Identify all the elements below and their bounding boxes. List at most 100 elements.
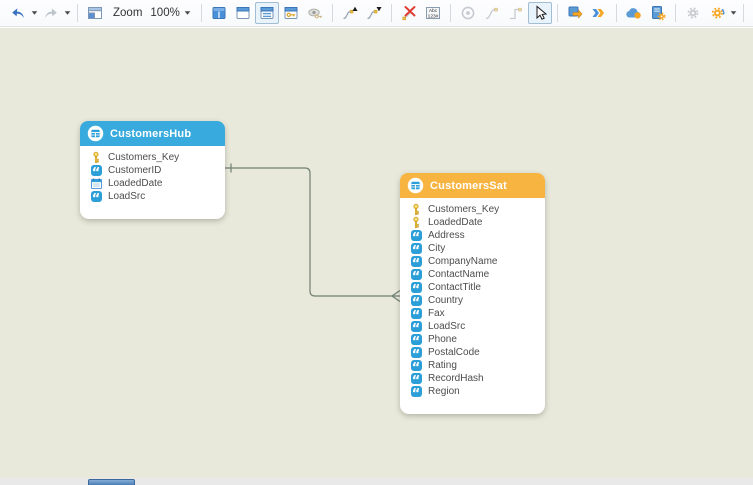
entity-column-row[interactable]: “LoadSrc [410, 320, 539, 333]
copy-entity-button[interactable] [563, 2, 587, 24]
column-name: Phone [428, 334, 457, 345]
entity-name: CustomersSat [430, 180, 507, 192]
text-icon: “ [410, 347, 422, 358]
entity-column-row[interactable]: “RecordHash [410, 372, 539, 385]
entity-column-row[interactable]: “Region [410, 385, 539, 398]
entity-column-row[interactable]: “Address [410, 229, 539, 242]
gear-run-icon [709, 5, 725, 21]
diagram-canvas[interactable]: CustomersHub Customers_Key“CustomerIDLoa… [0, 28, 753, 478]
curved-connector-button[interactable] [480, 2, 504, 24]
column-name: Country [428, 295, 463, 306]
toolbar-separator [675, 4, 676, 22]
text-icon: “ [410, 243, 422, 254]
entity-customershub[interactable]: CustomersHub Customers_Key“CustomerIDLoa… [80, 121, 225, 219]
entity-column-row[interactable]: “ContactTitle [410, 281, 539, 294]
angled-connector-button[interactable] [504, 2, 528, 24]
key-icon [410, 203, 422, 216]
connector-line [224, 168, 392, 296]
entity-view-keys-button[interactable] [279, 2, 303, 24]
text-icon: “ [410, 269, 422, 280]
entity-column-row[interactable]: “ Country [410, 294, 539, 307]
display-names-button[interactable]: Abc123# [421, 2, 445, 24]
entity-name: CustomersHub [110, 128, 191, 140]
entity-column-row[interactable]: LoadedDate [90, 177, 219, 190]
pointer-icon [532, 5, 548, 21]
entity-column-row[interactable]: “ ContactName [410, 268, 539, 281]
undo-icon [10, 5, 26, 21]
column-name: Customers_Key [428, 204, 499, 215]
redo-history-caret[interactable] [63, 2, 72, 24]
entity-column-row[interactable]: “City [410, 242, 539, 255]
toolbar-separator [616, 4, 617, 22]
settings-button[interactable] [681, 2, 705, 24]
entity-column-row[interactable]: “ Phone [410, 333, 539, 346]
text-icon: “ [410, 256, 422, 267]
entity-column-row[interactable]: Customers_Key [90, 151, 219, 164]
column-name: CompanyName [428, 256, 497, 267]
entity-column-row[interactable]: “ CompanyName [410, 255, 539, 268]
delete-connector-icon [401, 5, 417, 21]
document-gear-icon [650, 5, 666, 21]
entity-column-row[interactable]: “LoadSrc [90, 190, 219, 203]
column-name: CustomerID [108, 165, 161, 176]
connector-curved-icon [484, 5, 500, 21]
connector-down-icon [366, 5, 382, 21]
route-connector-down-button[interactable] [362, 2, 386, 24]
generate-document-button[interactable] [646, 2, 670, 24]
entity-header[interactable]: CustomersSat [400, 173, 545, 198]
undo-button[interactable] [6, 2, 30, 24]
entity-column-row[interactable]: Customers_Key [410, 203, 539, 216]
data-modeling-tool-window: Zoom100%Abc123# CustomersHub Customers_K… [0, 0, 753, 485]
entity-columns-list: Customers_KeyLoadedDate“Address“City“Com… [400, 198, 545, 414]
entity-view-columns-button[interactable] [255, 2, 279, 24]
delete-connector-button[interactable] [397, 2, 421, 24]
route-connector-up-button[interactable] [338, 2, 362, 24]
svg-text:123#: 123# [427, 13, 438, 19]
entity-column-row[interactable]: “ PostalCode [410, 346, 539, 359]
text-icon: “ [410, 334, 422, 345]
column-name: LoadSrc [108, 191, 145, 202]
overview-icon [87, 5, 103, 21]
column-name: LoadedDate [428, 217, 483, 228]
entity-column-row[interactable]: “ Fax [410, 307, 539, 320]
merge-entities-button[interactable] [587, 2, 611, 24]
redo-button[interactable] [39, 2, 63, 24]
undo-history-caret[interactable] [30, 2, 39, 24]
toolbar-separator [450, 4, 451, 22]
column-name: ContactName [428, 269, 489, 280]
entity-column-row[interactable]: “Rating [410, 359, 539, 372]
cloud-sync-button[interactable] [622, 2, 646, 24]
entity-view-header-button[interactable] [231, 2, 255, 24]
run-process-button[interactable] [705, 2, 729, 24]
entity-view-compact-button[interactable] [207, 2, 231, 24]
table-icon [407, 177, 424, 194]
view-compact-icon [211, 5, 227, 21]
toolbar-separator [77, 4, 78, 22]
zoom-value-dropdown[interactable]: 100% [146, 0, 195, 26]
circle-icon [460, 5, 476, 21]
zoom-region-button[interactable] [749, 2, 753, 24]
overview-panel-button[interactable] [83, 2, 107, 24]
entity-customerssat[interactable]: CustomersSat Customers_Key LoadedDate“Add… [400, 173, 545, 414]
entity-column-row[interactable]: “CustomerID [90, 164, 219, 177]
date-icon [90, 178, 102, 189]
text-icon: “ [410, 373, 422, 384]
entity-column-row[interactable]: LoadedDate [410, 216, 539, 229]
run-options-caret[interactable] [729, 2, 738, 24]
column-name: PostalCode [428, 347, 480, 358]
text-icon: “ [410, 308, 422, 319]
select-pointer-button[interactable] [528, 2, 552, 24]
show-keys-button[interactable] [303, 2, 327, 24]
svg-text:Abc: Abc [429, 8, 438, 14]
relationship-connector[interactable] [0, 28, 753, 478]
minimized-window-tab[interactable] [88, 479, 135, 485]
show-keys-eye-icon [307, 5, 323, 21]
entity-header[interactable]: CustomersHub [80, 121, 225, 146]
column-name: LoadSrc [428, 321, 465, 332]
text-icon: “ [410, 295, 422, 306]
column-name: Rating [428, 360, 457, 371]
auto-layout-button[interactable] [456, 2, 480, 24]
column-name: Fax [428, 308, 445, 319]
bottom-strip [0, 478, 753, 485]
view-header-icon [235, 5, 251, 21]
